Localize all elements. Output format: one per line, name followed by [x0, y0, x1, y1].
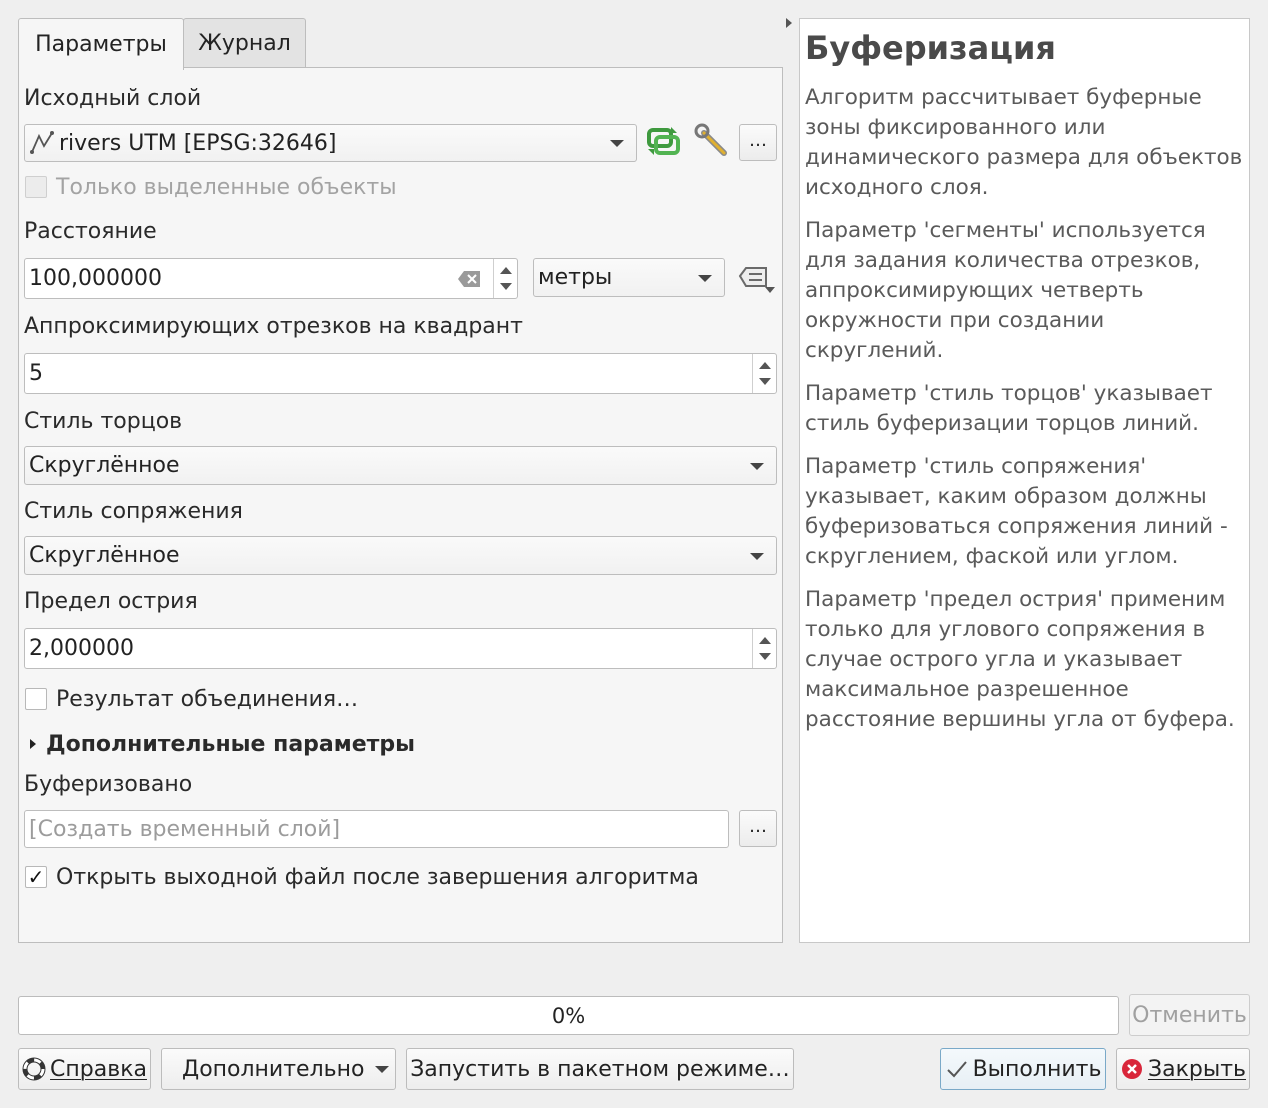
help-paragraph: Параметр 'стиль сопряжения' указывает, к… — [805, 454, 1228, 569]
output-placeholder: [Создать временный слой] — [29, 816, 341, 842]
browse-label: … — [749, 816, 767, 837]
line-layer-icon — [30, 131, 54, 154]
tab-log-label: Журнал — [198, 31, 291, 56]
chevron-down-icon — [610, 140, 624, 147]
selected-only-label: Только выделенные объекты — [56, 175, 397, 200]
batch-process-button[interactable]: Запустить в пакетном режиме… — [406, 1048, 794, 1090]
clear-icon[interactable] — [457, 270, 481, 288]
distance-unit-value: метры — [538, 265, 613, 290]
distance-spinner[interactable] — [493, 259, 517, 298]
chevron-down-icon — [750, 552, 764, 560]
close-button-label: Закрыть — [1148, 1056, 1246, 1082]
help-paragraph: Параметр 'стиль торцов' указывает стиль … — [805, 381, 1213, 436]
join-style-value: Скруглённое — [29, 543, 180, 568]
input-layer-browse-button[interactable]: … — [739, 124, 777, 161]
expand-arrow-icon[interactable] — [30, 739, 36, 749]
end-cap-label: Стиль торцов — [24, 409, 183, 434]
close-button[interactable]: Закрыть — [1116, 1048, 1250, 1090]
help-paragraph: Параметр 'предел острия' применим только… — [805, 587, 1235, 732]
batch-process-label: Запустить в пакетном режиме… — [410, 1056, 790, 1082]
dissolve-label: Результат объединения… — [56, 687, 359, 712]
close-icon — [1122, 1059, 1142, 1079]
distance-label: Расстояние — [24, 219, 157, 244]
end-cap-combobox[interactable]: Скруглённое — [24, 446, 777, 485]
wrench-icon[interactable] — [694, 123, 730, 159]
segments-input[interactable]: 5 — [24, 353, 777, 394]
help-button[interactable]: Справка — [18, 1048, 151, 1090]
segments-value: 5 — [29, 361, 43, 386]
help-paragraph: Параметр 'сегменты' используется для зад… — [805, 218, 1206, 363]
chevron-down-icon — [750, 462, 764, 470]
lifebuoy-icon — [22, 1057, 46, 1081]
progress-bar: 0% — [18, 996, 1119, 1035]
iterate-features-icon[interactable] — [646, 125, 680, 157]
tab-log[interactable]: Журнал — [183, 18, 306, 68]
miter-limit-spinner[interactable] — [752, 629, 776, 668]
tab-parameters-label: Параметры — [35, 32, 167, 57]
dissolve-checkbox[interactable] — [25, 688, 47, 710]
open-output-label: Открыть выходной файл после завершения а… — [56, 865, 699, 890]
distance-input[interactable]: 100,000000 — [24, 258, 518, 299]
selected-only-checkbox[interactable] — [25, 176, 47, 198]
input-layer-combobox[interactable]: rivers UTM [EPSG:32646] — [24, 124, 637, 162]
segments-label: Аппроксимирующих отрезков на квадрант — [24, 314, 523, 339]
splitter-arrow-icon[interactable] — [786, 18, 792, 28]
join-style-label: Стиль сопряжения — [24, 499, 243, 524]
run-button-label: Выполнить — [972, 1056, 1102, 1082]
help-panel: Буферизация Алгоритм рассчитывает буферн… — [799, 18, 1250, 943]
input-layer-value: rivers UTM [EPSG:32646] — [59, 130, 337, 156]
cancel-label: Отменить — [1132, 1002, 1247, 1028]
data-defined-override-icon[interactable] — [738, 264, 778, 294]
run-button[interactable]: Выполнить — [940, 1048, 1106, 1090]
advanced-parameters-toggle[interactable]: Дополнительные параметры — [46, 732, 415, 757]
help-paragraph: Алгоритм рассчитывает буферные зоны фикс… — [805, 85, 1243, 200]
output-label: Буферизовано — [24, 772, 193, 797]
checkmark-icon — [946, 1061, 967, 1078]
join-style-combobox[interactable]: Скруглённое — [24, 536, 777, 575]
output-browse-button[interactable]: … — [739, 810, 777, 847]
miter-limit-label: Предел острия — [24, 589, 198, 614]
end-cap-value: Скруглённое — [29, 453, 180, 478]
output-field[interactable]: [Создать временный слой] — [24, 810, 729, 848]
open-output-checkbox[interactable]: ✓ — [25, 866, 47, 888]
miter-limit-value: 2,000000 — [29, 636, 134, 661]
progress-text: 0% — [551, 1003, 586, 1028]
help-button-label: Справка — [50, 1056, 147, 1082]
cancel-button[interactable]: Отменить — [1129, 994, 1250, 1036]
tab-parameters[interactable]: Параметры — [18, 18, 184, 70]
segments-spinner[interactable] — [752, 354, 776, 393]
help-title: Буферизация — [805, 29, 1056, 67]
distance-value: 100,000000 — [29, 266, 162, 291]
browse-label: … — [749, 130, 767, 151]
distance-unit-combobox[interactable]: метры — [533, 258, 725, 297]
miter-limit-input[interactable]: 2,000000 — [24, 628, 777, 669]
advanced-button[interactable]: Дополнительно — [161, 1048, 396, 1090]
chevron-down-icon — [375, 1066, 389, 1073]
input-layer-label: Исходный слой — [24, 86, 202, 111]
chevron-down-icon — [698, 274, 712, 282]
advanced-button-label: Дополнительно — [182, 1056, 365, 1082]
